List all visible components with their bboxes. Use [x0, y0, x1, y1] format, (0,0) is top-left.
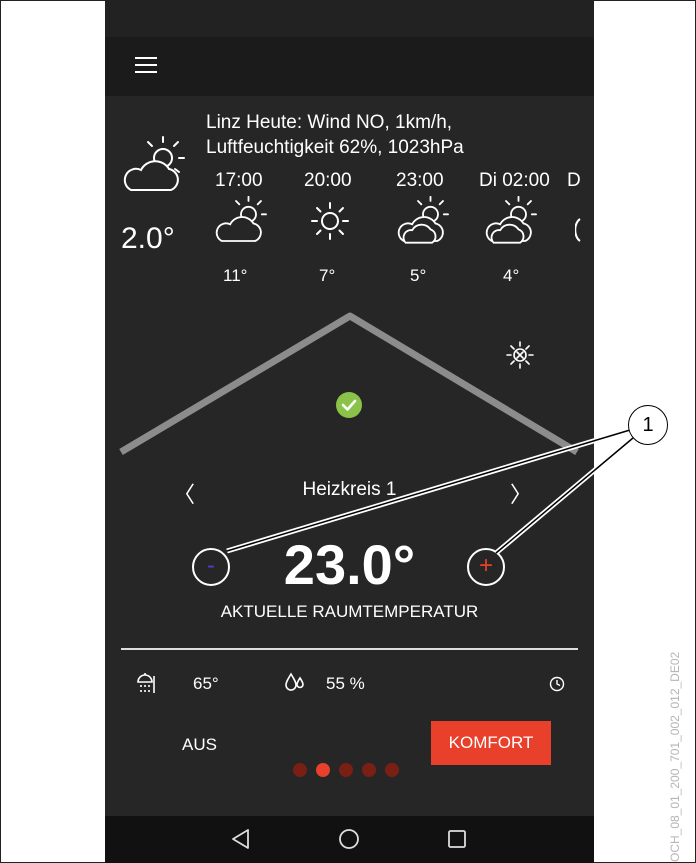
figure-code: OCH_08_01_200_701_002_012_DE02	[668, 651, 682, 862]
callout-lines	[226, 427, 635, 555]
callout-number: 1	[628, 405, 668, 445]
